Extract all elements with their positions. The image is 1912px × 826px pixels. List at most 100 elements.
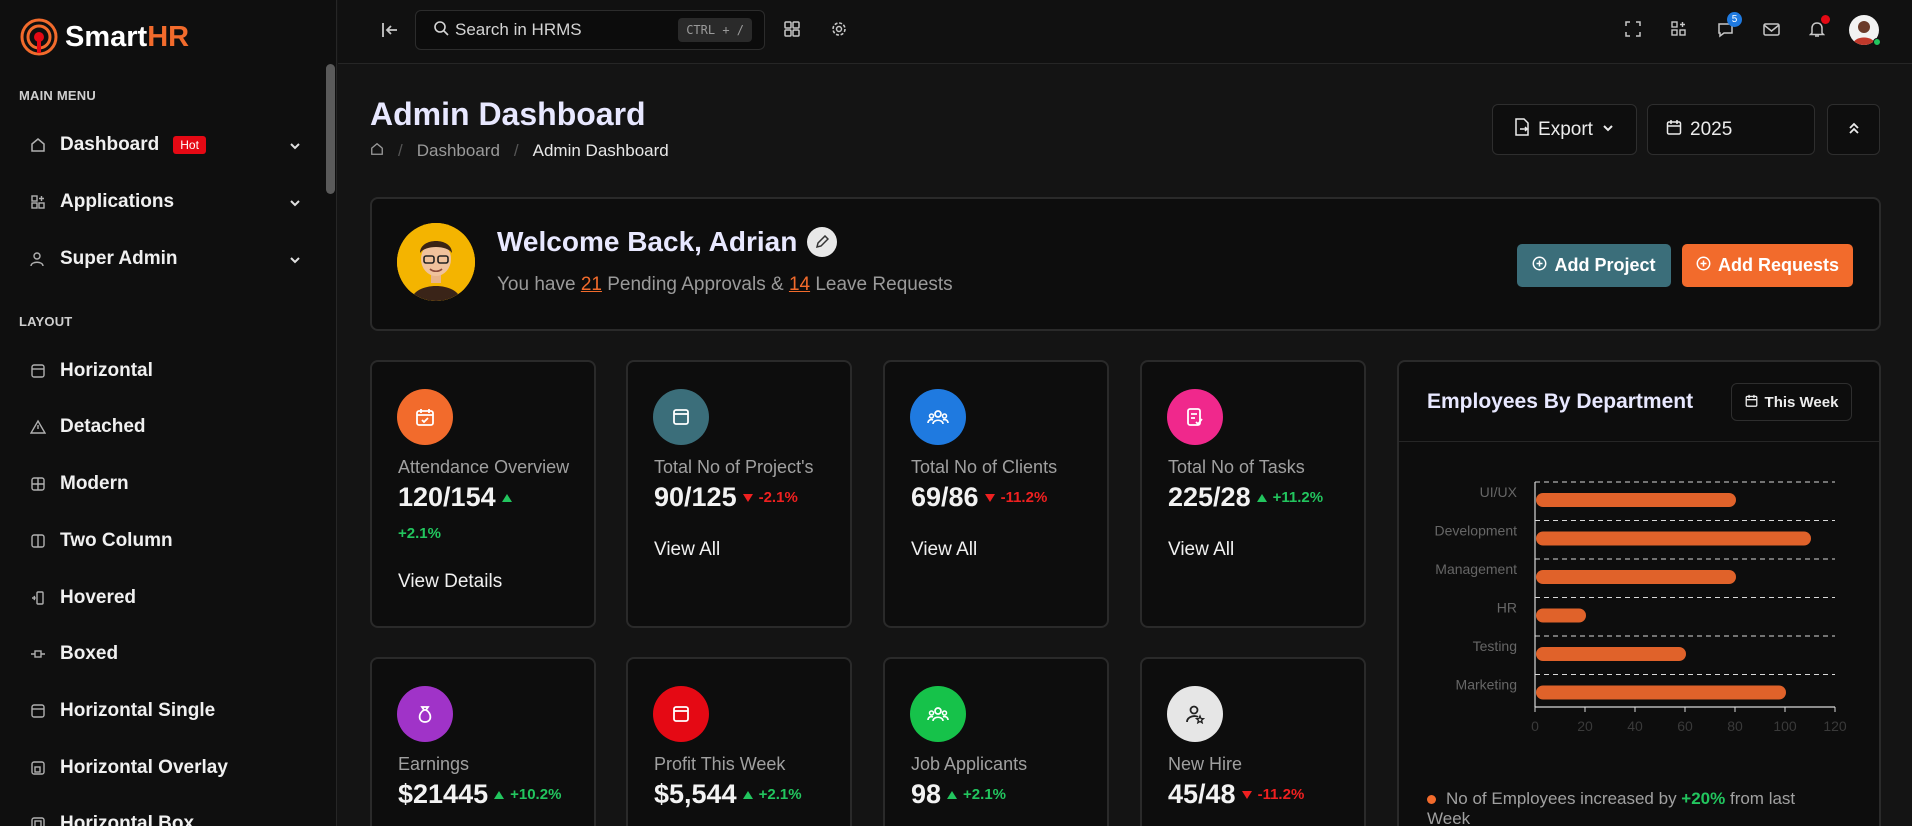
collapse-header-button[interactable] [1827, 104, 1880, 155]
online-status-dot [1873, 38, 1881, 46]
export-label: Export [1538, 118, 1593, 140]
add-requests-label: Add Requests [1717, 255, 1840, 275]
page-title: Admin Dashboard [370, 96, 646, 132]
stat-value: 120/154 +2.1% [398, 482, 558, 542]
sidebar-item-modern[interactable]: Modern [30, 464, 302, 504]
breadcrumb-separator: / [398, 141, 403, 160]
settings-icon[interactable] [828, 18, 850, 40]
apps-icon[interactable] [1668, 18, 1690, 40]
stat-value: 225/28 +11.2% [1168, 482, 1323, 513]
sidebar-item-horizontal[interactable]: Horizontal [30, 351, 302, 391]
sidebar-item-horizontal-box[interactable]: Horizontal Box [30, 804, 302, 826]
layout-overlay-icon [30, 760, 46, 776]
brand-name-b: HR [147, 20, 190, 53]
sidebar-item-super-admin[interactable]: Super Admin [30, 239, 302, 279]
export-button[interactable]: Export [1492, 104, 1637, 155]
welcome-sub-a: You have [497, 274, 581, 295]
sidebar-item-detached[interactable]: Detached [30, 407, 302, 447]
sidebar-item-applications[interactable]: Applications [30, 182, 302, 222]
bar [1536, 493, 1736, 507]
brand-name: SmartHR [65, 21, 189, 54]
stat-link[interactable]: View Details [398, 571, 502, 593]
sidebar-item-label: Horizontal Box [60, 813, 195, 826]
sidebar-scrollbar[interactable] [326, 64, 335, 194]
mail-icon[interactable] [1760, 18, 1782, 40]
chat-count-badge: 5 [1727, 12, 1742, 27]
stat-label: Earnings [398, 754, 470, 774]
trend-up-icon [742, 790, 753, 799]
sidebar-item-horizontal-single[interactable]: Horizontal Single [30, 691, 302, 731]
users-icon [910, 686, 966, 742]
hover-icon [30, 590, 46, 606]
search-input[interactable]: Search in HRMS CTRL + / [415, 10, 765, 50]
browser-icon [653, 389, 709, 445]
stat-value-text: 225/28 [1168, 482, 1251, 512]
sidebar-item-dashboard[interactable]: Dashboard Hot [30, 125, 302, 165]
edit-icon[interactable] [807, 227, 838, 257]
category-label: UI/UX [1480, 484, 1518, 500]
stat-label: New Hire [1168, 754, 1243, 774]
breadcrumb-current: Admin Dashboard [532, 141, 669, 160]
logo-icon [19, 17, 59, 57]
brand-name-a: Smart [65, 20, 148, 53]
x-tick-label: 20 [1577, 718, 1593, 734]
calendar-icon [1666, 119, 1682, 141]
sidebar-item-boxed[interactable]: Boxed [30, 634, 302, 674]
trend-percent: +11.2% [1272, 489, 1324, 506]
columns-icon [30, 533, 46, 549]
layout-heading: LAYOUT [19, 314, 73, 329]
stat-label: Total No of Clients [911, 457, 1058, 477]
money-bag-icon [397, 686, 453, 742]
chevron-down-icon [1601, 119, 1615, 141]
add-project-button[interactable]: Add Project [1517, 244, 1671, 287]
sidebar-item-hovered[interactable]: Hovered [30, 578, 302, 618]
search-icon [433, 20, 449, 41]
file-export-icon [1514, 117, 1530, 142]
apps-icon [30, 194, 46, 210]
sidebar-item-label: Boxed [60, 643, 119, 664]
trend-percent: +10.2% [510, 786, 562, 803]
trend-percent: +2.1% [758, 786, 802, 803]
x-tick-label: 60 [1677, 718, 1693, 734]
trend-down-icon [742, 493, 753, 502]
sidebar-item-horizontal-overlay[interactable]: Horizontal Overlay [30, 748, 302, 788]
x-tick-label: 120 [1823, 718, 1847, 734]
stat-label: Total No of Tasks [1168, 457, 1305, 477]
search-shortcut: CTRL + / [678, 18, 752, 42]
brand-logo[interactable]: SmartHR [19, 17, 189, 57]
fullscreen-icon[interactable] [1622, 18, 1644, 40]
stat-link[interactable]: View All [911, 539, 977, 561]
breadcrumb-link[interactable]: Dashboard [417, 141, 500, 161]
stat-link[interactable]: View All [654, 539, 720, 561]
chart-title: Employees By Department [1427, 390, 1694, 413]
plus-circle-icon [1696, 255, 1711, 276]
chevrons-up-icon [1847, 119, 1861, 141]
x-tick-label: 40 [1627, 718, 1643, 734]
trend-percent: -11.2% [1000, 489, 1048, 506]
year-picker[interactable]: 2025 [1647, 104, 1815, 155]
layout-box-icon [30, 816, 46, 826]
collapse-sidebar-icon[interactable] [379, 19, 401, 41]
footer-text-a: No of Employees increased by [1446, 789, 1682, 808]
home-icon[interactable] [370, 141, 384, 161]
stat-value-text: $21445 [398, 779, 489, 809]
boxed-icon [30, 646, 46, 662]
browser-icon [653, 686, 709, 742]
pending-approvals-link[interactable]: 21 [581, 274, 602, 295]
x-tick-label: 100 [1773, 718, 1797, 734]
add-requests-button[interactable]: Add Requests [1682, 244, 1853, 287]
sidebar-item-label: Dashboard [60, 134, 160, 155]
sidebar-item-label: Horizontal Overlay [60, 757, 228, 778]
apps-grid-icon[interactable] [781, 18, 803, 40]
week-filter-button[interactable]: This Week [1731, 383, 1852, 421]
calendar-check-icon [397, 389, 453, 445]
bullet-dot [1427, 795, 1436, 805]
chevron-down-icon [288, 194, 302, 216]
layout-icon [30, 363, 46, 379]
sidebar-item-two-column[interactable]: Two Column [30, 521, 302, 561]
trend-down-icon [984, 493, 995, 502]
leave-requests-link[interactable]: 14 [789, 274, 810, 295]
bar [1536, 531, 1811, 546]
calendar-icon [1745, 394, 1758, 411]
stat-link[interactable]: View All [1168, 539, 1234, 561]
